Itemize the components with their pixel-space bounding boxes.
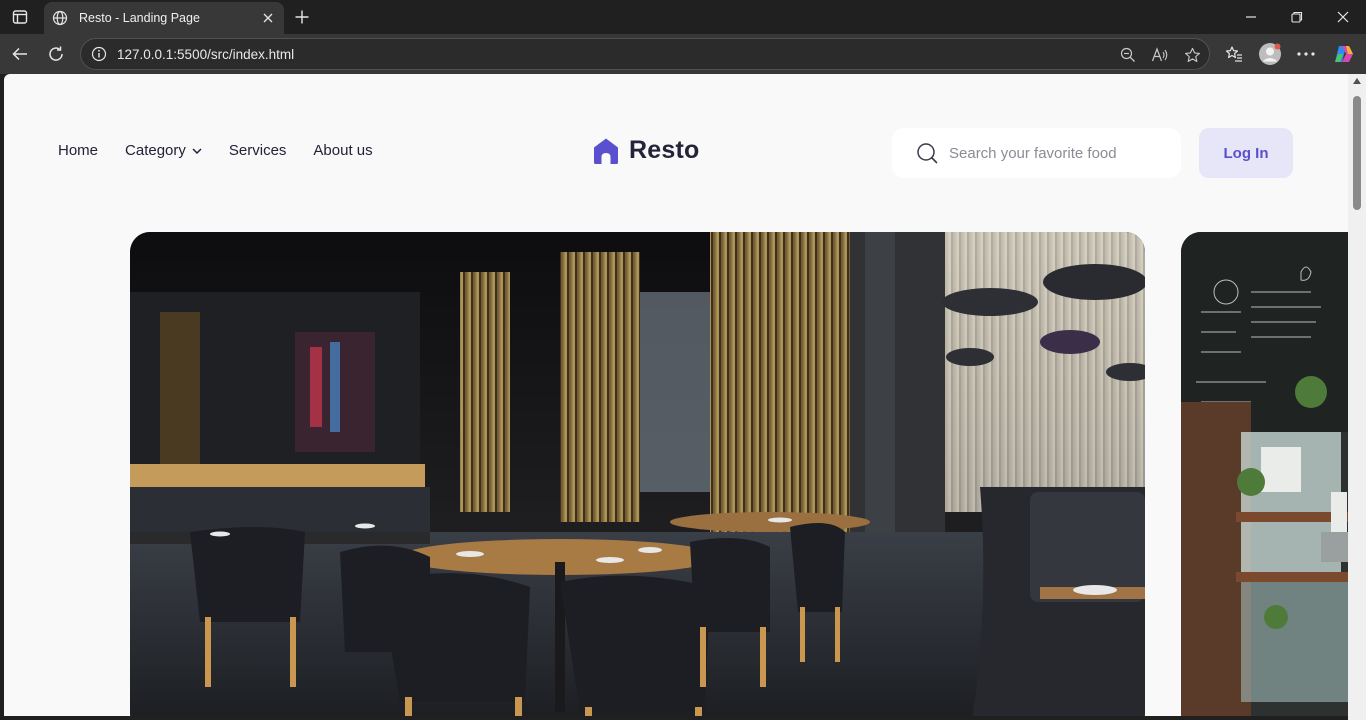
browser-tab[interactable]: Resto - Landing Page [44,2,284,34]
chevron-down-icon [192,147,202,154]
new-tab-icon[interactable] [290,5,314,29]
address-bar[interactable]: 127.0.0.1:5500/src/index.html [80,38,1210,70]
nav-about-us[interactable]: About us [313,142,372,159]
read-aloud-icon[interactable] [1149,44,1171,66]
profile-avatar-icon[interactable] [1256,40,1284,68]
login-button[interactable]: Log In [1199,128,1293,178]
tab-actions-icon[interactable] [8,6,32,28]
reload-icon[interactable] [42,40,70,68]
tab-title: Resto - Landing Page [79,11,200,25]
more-options-icon[interactable] [1292,40,1320,68]
favorites-icon[interactable] [1220,40,1248,68]
page-scrollbar[interactable] [1348,74,1366,720]
scroll-up-icon[interactable] [1353,78,1361,84]
house-icon [593,137,619,165]
browser-tab-bar: Resto - Landing Page [0,0,1366,34]
site-info-icon[interactable] [81,46,117,62]
minimize-icon[interactable] [1228,0,1274,34]
search-input[interactable] [949,144,1169,162]
nav-services[interactable]: Services [229,142,287,159]
scrollbar-thumb[interactable] [1353,96,1361,210]
restore-icon[interactable] [1274,0,1320,34]
close-tab-icon[interactable] [260,10,276,26]
zoom-out-icon[interactable] [1117,44,1139,66]
globe-icon [52,9,70,27]
url-text: 127.0.0.1:5500/src/index.html [117,46,295,62]
close-window-icon[interactable] [1320,0,1366,34]
search-box[interactable] [892,128,1181,178]
page-viewport: Home Category Services About us Resto Lo… [4,74,1348,716]
copilot-icon[interactable] [1330,40,1358,68]
hero-restaurant-image [130,232,1145,716]
brand-logo[interactable]: Resto [593,136,699,165]
back-icon[interactable] [6,40,34,68]
nav-home[interactable]: Home [58,142,98,159]
hero-cafe-image [1181,232,1348,716]
browser-toolbar: 127.0.0.1:5500/src/index.html [0,34,1366,74]
nav-category-label: Category [125,142,186,159]
main-nav: Home Category Services About us [58,142,400,159]
search-icon [916,142,938,164]
nav-category[interactable]: Category [125,142,202,159]
brand-name: Resto [629,136,700,164]
favorite-star-icon[interactable] [1181,44,1203,66]
